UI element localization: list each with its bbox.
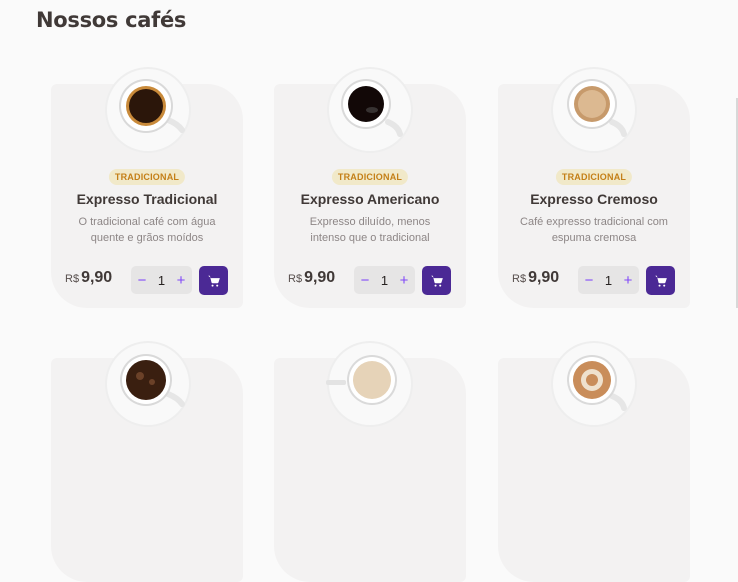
quantity-value: 1 <box>380 272 389 288</box>
product-description: O tradicional café com água quente e grã… <box>78 216 216 244</box>
currency-label: R$ <box>512 273 527 285</box>
product-name: Expresso Tradicional <box>76 191 218 207</box>
shopping-cart-icon <box>207 275 220 287</box>
coffee-cup-image <box>326 66 414 154</box>
price-value: 9,90 <box>81 269 113 286</box>
product-name: Expresso Cremoso <box>530 191 658 207</box>
decrease-button[interactable]: − <box>358 272 372 289</box>
tag-badge: TRADICIONAL <box>555 169 633 185</box>
increase-button[interactable]: + <box>397 272 411 289</box>
shopping-cart-icon <box>430 275 443 287</box>
coffee-cup-image <box>550 340 638 428</box>
quantity-stepper: − 1 + <box>131 266 192 294</box>
coffee-cup-image <box>104 340 192 428</box>
coffee-cup-image <box>326 340 414 428</box>
add-to-cart-button[interactable] <box>646 266 675 295</box>
product-price: R$ 9,90 <box>288 269 335 287</box>
page-title: Nossos cafés <box>36 8 187 32</box>
price-value: 9,90 <box>528 269 560 286</box>
coffee-cup-image <box>550 66 638 154</box>
quantity-value: 1 <box>604 272 613 288</box>
product-description: Café expresso tradicional com espuma cre… <box>520 216 668 244</box>
currency-label: R$ <box>65 273 80 285</box>
quantity-stepper: − 1 + <box>354 266 415 294</box>
product-description: Expresso diluído, menos intenso que o tr… <box>309 216 431 244</box>
tag-badge: TRADICIONAL <box>108 169 186 185</box>
quantity-stepper: − 1 + <box>578 266 639 294</box>
increase-button[interactable]: + <box>174 272 188 289</box>
product-price: R$ 9,90 <box>512 269 559 287</box>
shopping-cart-icon <box>654 275 667 287</box>
increase-button[interactable]: + <box>621 272 635 289</box>
coffee-cup-image <box>104 66 192 154</box>
price-value: 9,90 <box>304 269 336 286</box>
product-name: Expresso Americano <box>300 191 440 207</box>
decrease-button[interactable]: − <box>135 272 149 289</box>
add-to-cart-button[interactable] <box>422 266 451 295</box>
quantity-value: 1 <box>157 272 166 288</box>
product-price: R$ 9,90 <box>65 269 112 287</box>
tag-badge: TRADICIONAL <box>331 169 409 185</box>
currency-label: R$ <box>288 273 303 285</box>
add-to-cart-button[interactable] <box>199 266 228 295</box>
decrease-button[interactable]: − <box>582 272 596 289</box>
